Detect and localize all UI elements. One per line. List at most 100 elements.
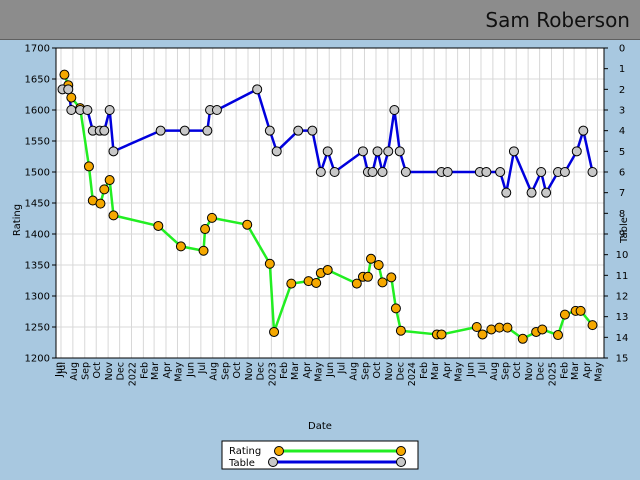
- data-point-rating: [311, 277, 322, 288]
- data-point-rating: [108, 210, 119, 221]
- right-tick-label: 0: [619, 44, 625, 55]
- x-tick-label: Oct: [372, 362, 383, 379]
- x-tick-label: May: [454, 362, 465, 382]
- x-tick-label: Nov: [104, 362, 115, 381]
- data-point-table: [578, 125, 589, 136]
- data-point-table: [526, 187, 537, 198]
- x-tick-label: Aug: [69, 362, 80, 381]
- right-tick-label: 10: [616, 250, 629, 261]
- left-axis: 1200 1250 1300 1350 1400 1450 1500 1550 1600 1650…: [25, 44, 56, 365]
- left-tick-label: 1300: [25, 292, 50, 303]
- data-point-table: [357, 146, 368, 157]
- data-point-table: [536, 167, 547, 177]
- right-tick-label: 6: [619, 168, 625, 179]
- left-tick-label: 1650: [25, 75, 50, 86]
- rating-table-chart: 1200125013001350140014501500155016001650…: [12, 44, 630, 470]
- data-point-rating: [153, 220, 164, 231]
- x-tick-label: Mar: [290, 362, 301, 380]
- x-tick-label: Apr: [162, 362, 173, 379]
- data-point-rating: [471, 322, 482, 332]
- data-point-table: [559, 167, 570, 177]
- data-point-rating: [198, 245, 209, 256]
- left-tick-label: 1400: [25, 230, 50, 241]
- data-point-table: [179, 125, 190, 136]
- left-tick-label: 1200: [25, 354, 50, 365]
- left-tick-label: 1450: [25, 199, 50, 210]
- x-tick-label: 2022: [127, 362, 138, 386]
- data-point-rating: [553, 330, 564, 341]
- data-point-rating: [587, 320, 598, 331]
- data-point-rating: [502, 322, 513, 333]
- left-tick-label: 1500: [25, 168, 50, 179]
- x-tick-label: Apr: [442, 362, 453, 379]
- data-point-rating: [386, 272, 397, 283]
- right-tick-label: 2: [619, 85, 625, 96]
- x-tick-label: Mar: [150, 362, 161, 380]
- x-tick-label: Jul: [337, 362, 348, 374]
- data-point-table: [322, 146, 333, 157]
- data-point-table: [104, 105, 115, 115]
- data-point-table: [389, 105, 400, 115]
- x-tick-label: Oct: [512, 362, 523, 379]
- data-point-rating: [486, 324, 497, 335]
- legend-label-table: Table: [228, 458, 255, 469]
- data-point-rating: [95, 198, 106, 209]
- x-tick-label: Jul: [57, 362, 68, 374]
- data-point-rating: [575, 305, 586, 316]
- data-point-rating: [206, 212, 217, 223]
- data-point-table: [571, 146, 582, 157]
- x-tick-label: Apr: [302, 362, 313, 379]
- legend-marker-rating-end: [396, 446, 406, 456]
- data-point-table: [501, 187, 512, 198]
- data-point-table: [481, 167, 492, 177]
- right-tick-label: 1: [619, 64, 625, 75]
- x-tick-label: Jul: [197, 362, 208, 374]
- data-point-rating: [200, 224, 211, 235]
- x-tick-label: 2025: [547, 362, 558, 386]
- data-point-rating: [366, 253, 377, 264]
- x-tick-label: Feb: [139, 362, 150, 379]
- x-tick-label: Jun: [185, 362, 196, 378]
- data-point-rating: [242, 219, 253, 230]
- right-tick-label: 12: [616, 292, 629, 303]
- x-tick-label: 2023: [267, 362, 278, 386]
- data-point-rating: [537, 324, 548, 335]
- data-point-rating: [269, 326, 280, 337]
- data-point-table: [202, 125, 213, 136]
- x-tick-label: Sep: [81, 362, 92, 380]
- right-tick-label: 5: [619, 147, 625, 158]
- data-point-rating: [517, 333, 528, 344]
- data-point-table: [307, 125, 318, 136]
- x-tick-label: Feb: [559, 362, 570, 379]
- x-tick-label: Feb: [419, 362, 430, 379]
- x-tick-label: Dec: [536, 362, 547, 380]
- data-point-table: [372, 146, 383, 157]
- right-tick-label: 3: [619, 106, 625, 117]
- data-point-rating: [395, 325, 406, 336]
- data-point-table: [315, 167, 326, 177]
- x-tick-label: May: [313, 362, 324, 382]
- data-point-table: [155, 125, 166, 136]
- x-tick-label: Oct: [92, 362, 103, 379]
- data-point-table: [541, 187, 552, 198]
- left-tick-label: 1550: [25, 137, 50, 148]
- x-tick-label: Sep: [360, 362, 371, 380]
- data-point-rating: [373, 260, 384, 270]
- data-point-rating: [477, 329, 488, 340]
- data-point-rating: [322, 264, 333, 275]
- data-point-table: [377, 167, 388, 177]
- page: Sam Roberson 1200 1250 1300 1350 1400 1450 150…: [0, 0, 640, 480]
- data-point-table: [66, 105, 77, 115]
- x-tick-label: May: [593, 362, 604, 382]
- x-tick-label: Mar: [430, 362, 441, 380]
- x-tick-label: Nov: [384, 362, 395, 381]
- data-point-rating: [175, 241, 186, 252]
- data-point-table: [99, 125, 110, 136]
- data-point-rating: [559, 309, 570, 320]
- left-tick-label: 1700: [25, 44, 50, 55]
- x-tick-label: Jun: [325, 362, 336, 378]
- legend-marker-table-end: [396, 457, 406, 467]
- data-point-rating: [286, 278, 297, 289]
- y-axis-label-left: Rating: [12, 204, 23, 236]
- data-point-rating: [264, 258, 275, 269]
